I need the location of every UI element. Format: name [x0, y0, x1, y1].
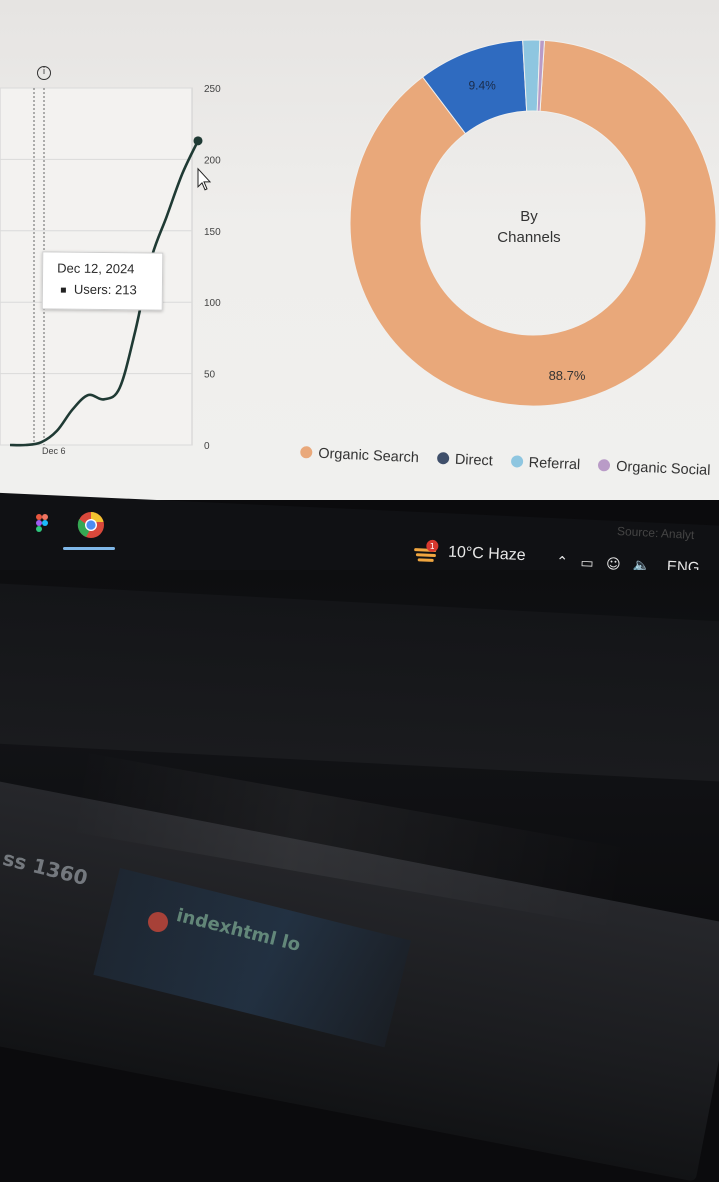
channels-donut-chart: 88.7% 9.4% By Channels	[349, 39, 717, 407]
chart-legend: Organic Search Direct Referral Organic Soci…	[299, 444, 719, 493]
legend-label: Direct	[454, 451, 494, 470]
weather-widget[interactable]: 1 10°C Haze	[411, 538, 526, 573]
mouse-cursor-icon	[197, 167, 212, 191]
chevron-up-icon[interactable]: ⌃	[556, 554, 568, 571]
analytics-screen: 0 50 100 150 200 250 Dec 6 i Dec 12, 2024 User…	[0, 0, 719, 500]
app-dot-icon	[148, 912, 168, 932]
info-icon[interactable]: i	[37, 66, 51, 80]
tooltip-series-swatch	[60, 287, 66, 293]
active-app-indicator	[63, 547, 115, 550]
direct-percent-label: 9.4%	[468, 79, 496, 93]
weather-text: 10°C Haze	[447, 543, 526, 565]
donut-center-label: By	[520, 208, 538, 225]
highlight-point	[193, 136, 203, 146]
legend-swatch	[300, 446, 313, 459]
battery-icon[interactable]: ▭	[580, 555, 594, 572]
y-tick-label: 0	[204, 441, 210, 452]
organic-search-percent-label: 88.7%	[549, 368, 586, 383]
legend-item-organic-search[interactable]: Organic Search	[300, 445, 419, 466]
weather-alert-badge: 1	[430, 542, 435, 551]
chrome-app-icon[interactable]	[76, 510, 106, 540]
y-tick-label: 250	[204, 84, 221, 95]
tooltip-metric-label: Users: 213	[73, 281, 137, 298]
weather-haze-icon: 1	[412, 538, 443, 565]
figma-icon[interactable]	[36, 514, 48, 532]
tooltip-date: Dec 12, 2024	[57, 260, 135, 277]
legend-item-direct[interactable]: Direct	[436, 451, 494, 470]
legend-item-organic-social[interactable]: Organic Social	[597, 458, 711, 479]
legend-swatch	[436, 451, 450, 465]
legend-label: Referral	[528, 454, 581, 474]
legend-swatch	[597, 459, 611, 472]
donut-center-label: Channels	[497, 229, 560, 246]
y-tick-label: 200	[204, 155, 221, 166]
y-tick-label: 100	[204, 298, 221, 309]
chart-tooltip: Dec 12, 2024 Users: 213	[41, 251, 164, 311]
y-tick-label: 150	[204, 227, 221, 238]
x-tick-label: Dec 6	[42, 446, 66, 456]
y-tick-label: 50	[204, 370, 216, 381]
legend-label: Organic Social	[615, 458, 711, 479]
legend-swatch	[510, 455, 523, 468]
tooltip-metric: Users: 213	[57, 282, 162, 298]
legend-item-referral[interactable]: Referral	[510, 454, 581, 474]
legend-label: Organic Search	[317, 445, 420, 467]
